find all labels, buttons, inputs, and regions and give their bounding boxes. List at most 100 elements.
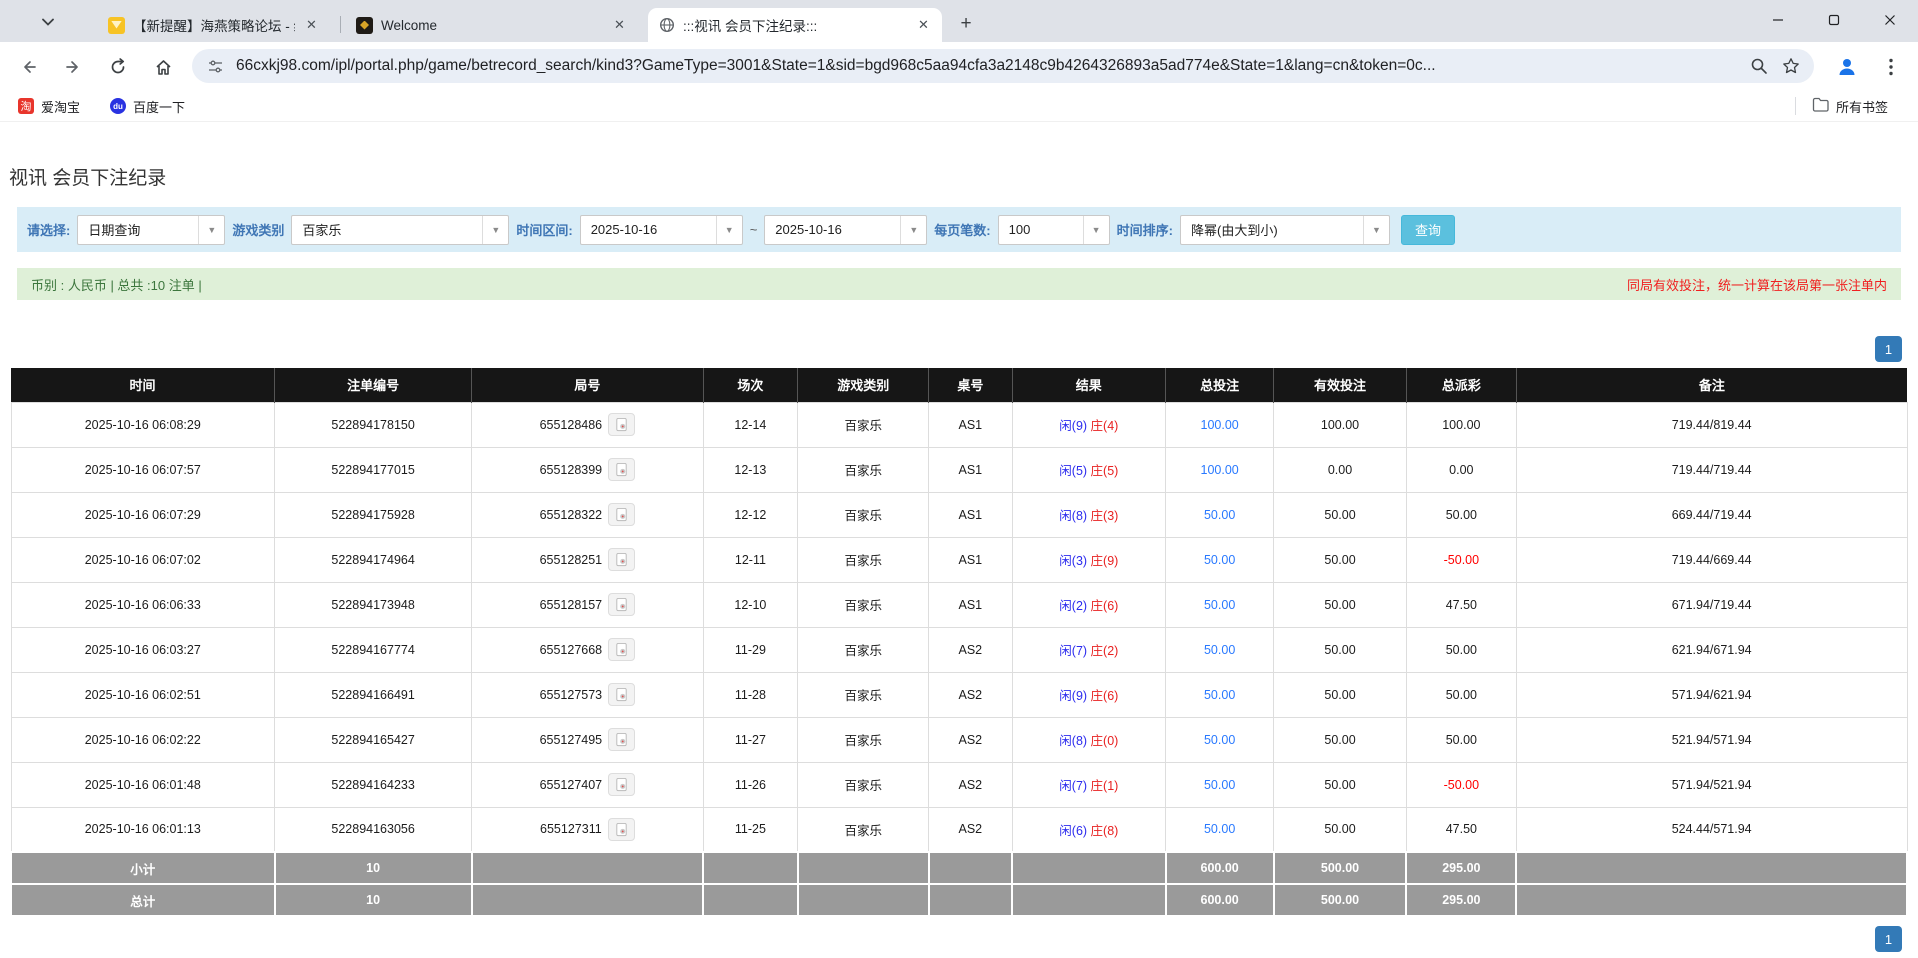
total-bet-link[interactable]: 50.00	[1204, 553, 1235, 567]
all-bookmarks-button[interactable]: 所有书签	[1808, 94, 1892, 118]
cell-time: 2025-10-16 06:07:02	[11, 537, 275, 582]
column-header: 总投注	[1166, 368, 1274, 402]
round-result-icon[interactable]	[608, 458, 635, 481]
game-type-value: 百家乐	[292, 216, 482, 244]
total-bet-link[interactable]: 100.00	[1201, 418, 1239, 432]
game-type-select[interactable]: 百家乐 ▼	[291, 215, 509, 245]
table-row: 2025-10-16 06:06:33522894173948655128157…	[11, 582, 1907, 627]
search-button[interactable]: 查询	[1401, 215, 1455, 245]
home-icon[interactable]	[148, 52, 178, 82]
cell-valid-bet: 0.00	[1274, 447, 1407, 492]
summary-total-bet: 600.00	[1166, 884, 1274, 916]
bookmark-star-icon[interactable]	[1780, 55, 1802, 77]
cell-time: 2025-10-16 06:08:29	[11, 402, 275, 447]
round-result-icon[interactable]	[608, 818, 635, 841]
back-icon[interactable]	[14, 52, 44, 82]
total-bet-link[interactable]: 50.00	[1204, 733, 1235, 747]
column-header: 总派彩	[1406, 368, 1516, 402]
tab-bet-records[interactable]: :::视讯 会员下注纪录::: ✕	[648, 8, 942, 42]
column-header: 有效投注	[1274, 368, 1407, 402]
summary-row: 总计10600.00500.00295.00	[11, 884, 1907, 916]
tab-separator	[340, 16, 341, 33]
cell-round-number: 655127495	[472, 717, 703, 762]
summary-total-bet: 600.00	[1166, 852, 1274, 884]
round-result-icon[interactable]	[608, 503, 635, 526]
tab-close-icon[interactable]: ✕	[303, 17, 320, 34]
cell-bet-number: 522894178150	[275, 402, 472, 447]
cell-payout: 50.00	[1406, 492, 1516, 537]
minimize-button[interactable]	[1750, 0, 1806, 40]
per-page-select[interactable]: 100 ▼	[998, 215, 1110, 245]
bookmarks-bar: 淘 爱淘宝 du 百度一下 所有书签	[0, 90, 1918, 122]
table-row: 2025-10-16 06:07:57522894177015655128399…	[11, 447, 1907, 492]
cell-round-number: 655127407	[472, 762, 703, 807]
sort-label: 时间排序:	[1117, 220, 1173, 239]
date-to-select[interactable]: 2025-10-16 ▼	[764, 215, 927, 245]
column-header: 桌号	[929, 368, 1012, 402]
forward-icon[interactable]	[58, 52, 88, 82]
bookmark-aitaobao[interactable]: 淘 爱淘宝	[14, 94, 84, 118]
round-result-icon[interactable]	[608, 548, 635, 571]
tab-title: Welcome	[381, 18, 603, 33]
sort-select[interactable]: 降幂(由大到小) ▼	[1180, 215, 1390, 245]
globe-favicon-icon	[658, 17, 675, 34]
cell-game-type: 百家乐	[798, 762, 929, 807]
cell-payout: 50.00	[1406, 672, 1516, 717]
round-result-icon[interactable]	[608, 413, 635, 436]
total-bet-link[interactable]: 50.00	[1204, 508, 1235, 522]
menu-dots-icon[interactable]	[1876, 52, 1906, 82]
cell-table-number: AS2	[929, 672, 1012, 717]
total-bet-link[interactable]: 50.00	[1204, 688, 1235, 702]
chevron-down-icon: ▼	[482, 216, 508, 244]
tab-close-icon[interactable]: ✕	[915, 17, 932, 34]
cell-total-bet: 50.00	[1166, 672, 1274, 717]
cell-result: 闲(2) 庄(6)	[1012, 582, 1166, 627]
round-result-icon[interactable]	[608, 683, 635, 706]
maximize-button[interactable]	[1806, 0, 1862, 40]
tab-welcome[interactable]: Welcome ✕	[346, 8, 638, 42]
close-window-button[interactable]	[1862, 0, 1918, 40]
cell-session: 11-28	[703, 672, 798, 717]
cell-table-number: AS1	[929, 402, 1012, 447]
tab-close-icon[interactable]: ✕	[611, 17, 628, 34]
total-bet-link[interactable]: 50.00	[1204, 778, 1235, 792]
round-result-icon[interactable]	[608, 728, 635, 751]
date-from-select[interactable]: 2025-10-16 ▼	[580, 215, 743, 245]
tab-search-chevron-icon[interactable]	[34, 9, 62, 35]
profile-avatar-icon[interactable]	[1832, 52, 1862, 82]
zoom-icon[interactable]	[1748, 55, 1770, 77]
total-bet-link[interactable]: 50.00	[1204, 822, 1235, 836]
cell-game-type: 百家乐	[798, 447, 929, 492]
pagination-page-1-top[interactable]: 1	[1875, 336, 1902, 362]
total-bet-link[interactable]: 100.00	[1201, 463, 1239, 477]
url-text[interactable]: 66cxkj98.com/ipl/portal.php/game/betreco…	[236, 57, 1738, 75]
pagination-page-1-bottom[interactable]: 1	[1875, 926, 1902, 952]
total-bet-link[interactable]: 50.00	[1204, 643, 1235, 657]
round-result-icon[interactable]	[608, 593, 635, 616]
bookmark-baidu[interactable]: du 百度一下	[106, 94, 189, 118]
cell-game-type: 百家乐	[798, 492, 929, 537]
baidu-icon: du	[110, 98, 126, 114]
cell-table-number: AS2	[929, 627, 1012, 672]
cell-time: 2025-10-16 06:01:48	[11, 762, 275, 807]
cell-result: 闲(9) 庄(4)	[1012, 402, 1166, 447]
reload-icon[interactable]	[103, 52, 133, 82]
total-bet-link[interactable]: 50.00	[1204, 598, 1235, 612]
cell-payout: 100.00	[1406, 402, 1516, 447]
cell-round-number: 655127573	[472, 672, 703, 717]
cell-game-type: 百家乐	[798, 402, 929, 447]
chevron-down-icon: ▼	[1083, 216, 1109, 244]
round-result-icon[interactable]	[608, 773, 635, 796]
round-result-icon[interactable]	[608, 638, 635, 661]
cell-game-type: 百家乐	[798, 807, 929, 852]
cell-round-number: 655127668	[472, 627, 703, 672]
new-tab-button[interactable]: +	[952, 10, 980, 38]
address-bar[interactable]: 66cxkj98.com/ipl/portal.php/game/betreco…	[192, 49, 1814, 83]
bet-records-table: 时间注单编号局号场次游戏类别桌号结果总投注有效投注总派彩备注 2025-10-1…	[10, 368, 1908, 917]
query-mode-select[interactable]: 日期查询 ▼	[77, 215, 225, 245]
site-settings-icon[interactable]	[204, 55, 226, 77]
chevron-down-icon: ▼	[198, 216, 224, 244]
tab-forum[interactable]: 【新提醒】海燕策略论坛 - 综合 ✕	[98, 8, 330, 42]
tab-title: 【新提醒】海燕策略论坛 - 综合	[133, 15, 295, 35]
cell-time: 2025-10-16 06:02:51	[11, 672, 275, 717]
